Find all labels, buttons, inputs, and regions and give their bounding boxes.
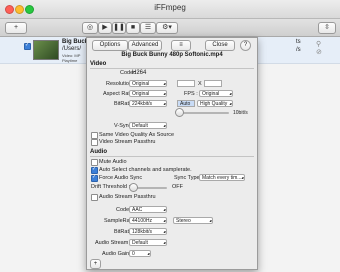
settings-sheet: Options Advanced ≡ Close ? Big Buck Bunn…: [86, 37, 258, 270]
force-sync-checkbox[interactable]: [91, 174, 98, 182]
drift-threshold-label: Drift Threshold :: [91, 184, 131, 190]
pause-button[interactable]: ❚❚: [112, 22, 126, 34]
add-icon: +: [13, 24, 19, 31]
arrows-icon: ⇳: [324, 24, 330, 31]
stop-button[interactable]: ■: [126, 22, 140, 34]
advanced-tab[interactable]: Advanced: [128, 40, 162, 51]
play-icon: ▶: [102, 24, 108, 31]
play-button[interactable]: ▶: [98, 22, 112, 34]
pause-icon: ❚❚: [113, 24, 125, 31]
same-quality-label: Same Video Quality As Source: [99, 132, 175, 138]
file-path-line: /Users/: [62, 46, 82, 52]
resolution-width-field[interactable]: [177, 80, 195, 87]
expand-button[interactable]: ⇳: [318, 22, 336, 34]
window-title: iFFmpeg: [154, 3, 186, 12]
drift-value: OFF: [172, 184, 183, 190]
file-playtime: Playtime: [62, 58, 78, 63]
add-button[interactable]: +: [5, 22, 27, 34]
reveal-icon[interactable]: ⚲: [316, 40, 321, 48]
help-button[interactable]: ?: [240, 40, 251, 51]
video-bitrate-select[interactable]: 224kbit/s: [129, 100, 167, 107]
auto-select-checkbox[interactable]: [91, 166, 98, 174]
log-button[interactable]: ☰: [140, 22, 156, 34]
video-passthru-label: Video Stream Passthru: [99, 139, 156, 145]
audio-section-title: Audio: [90, 149, 107, 155]
log-icon: ☰: [144, 24, 152, 31]
sync-type-select[interactable]: Match every tim...: [199, 174, 245, 181]
remove-icon[interactable]: ⊘: [316, 48, 322, 56]
bitrate-slider-knob[interactable]: [175, 108, 184, 117]
eye-icon: ◎: [86, 24, 94, 31]
menu-icon: ≡: [179, 42, 183, 48]
audio-stream-label: Audio Stream :: [95, 240, 132, 246]
video-passthru-checkbox[interactable]: [91, 139, 98, 146]
video-codec-value: H264: [132, 70, 147, 76]
mute-audio-label: Mute Audio: [99, 159, 127, 165]
audio-codec-select[interactable]: AAC: [129, 206, 167, 213]
info-button[interactable]: ◎: [82, 22, 98, 34]
aspect-ratio-select[interactable]: Original: [129, 90, 167, 97]
same-quality-checkbox[interactable]: [91, 132, 98, 139]
quality-select[interactable]: High Quality: [197, 100, 233, 107]
close-button[interactable]: Close: [205, 40, 235, 51]
drift-slider-knob[interactable]: [129, 183, 138, 192]
stop-icon: ■: [130, 24, 136, 31]
audio-gain-stepper[interactable]: 0: [129, 250, 151, 257]
channels-select[interactable]: Stereo: [173, 217, 213, 224]
force-sync-label: Force Audio Sync: [99, 175, 143, 181]
right-col-line1: ts: [296, 39, 301, 45]
bitrate-slider-track[interactable]: [177, 112, 229, 114]
samplerate-select[interactable]: 44100Hz: [129, 217, 167, 224]
audio-divider: [90, 156, 254, 157]
file-name-title: Big Buck Bunny 480p Softonic.mp4: [121, 52, 223, 58]
gear-button[interactable]: ⚙▾: [156, 22, 178, 34]
file-menu-button[interactable]: ≡: [171, 40, 191, 51]
gear-icon: ⚙▾: [162, 24, 172, 31]
file-name-line1: Big Buck: [62, 39, 89, 45]
options-tab[interactable]: Options: [92, 40, 128, 51]
audio-bitrate-select[interactable]: 128kbit/s: [129, 228, 167, 235]
resolution-height-field[interactable]: [204, 80, 222, 87]
mute-audio-checkbox[interactable]: [91, 159, 98, 166]
queue-item-checkbox[interactable]: [24, 42, 31, 50]
fps-select[interactable]: Original: [199, 90, 233, 97]
video-thumbnail: [33, 40, 59, 60]
video-section-title: Video: [90, 61, 107, 67]
fps-label: FPS :: [184, 91, 198, 97]
title-bar: iFFmpeg: [0, 0, 340, 19]
vsync-select[interactable]: Default: [129, 122, 167, 129]
right-col-line2: /s: [296, 47, 301, 53]
resolution-select[interactable]: Original: [129, 80, 167, 87]
resolution-x-label: X: [198, 81, 202, 87]
video-divider: [90, 68, 254, 69]
add-preset-button[interactable]: +: [90, 259, 101, 269]
audio-stream-select[interactable]: Default: [129, 239, 167, 246]
auto-field[interactable]: Auto: [177, 100, 195, 107]
app-window: iFFmpeg + ◎ ▶ ❚❚ ■ ☰ ⚙▾ ⇳ Big Buck /User…: [0, 0, 340, 272]
toolbar: + ◎ ▶ ❚❚ ■ ☰ ⚙▾ ⇳: [0, 19, 340, 37]
audio-gain-label: Audio Gain :: [102, 251, 133, 257]
audio-passthru-checkbox[interactable]: [91, 194, 98, 201]
audio-passthru-label: Audio Stream Passthru: [99, 194, 156, 200]
auto-select-label: Auto Select channels and samplerate.: [99, 167, 192, 173]
bitrate-slider-value: 10bit/s: [233, 110, 248, 116]
